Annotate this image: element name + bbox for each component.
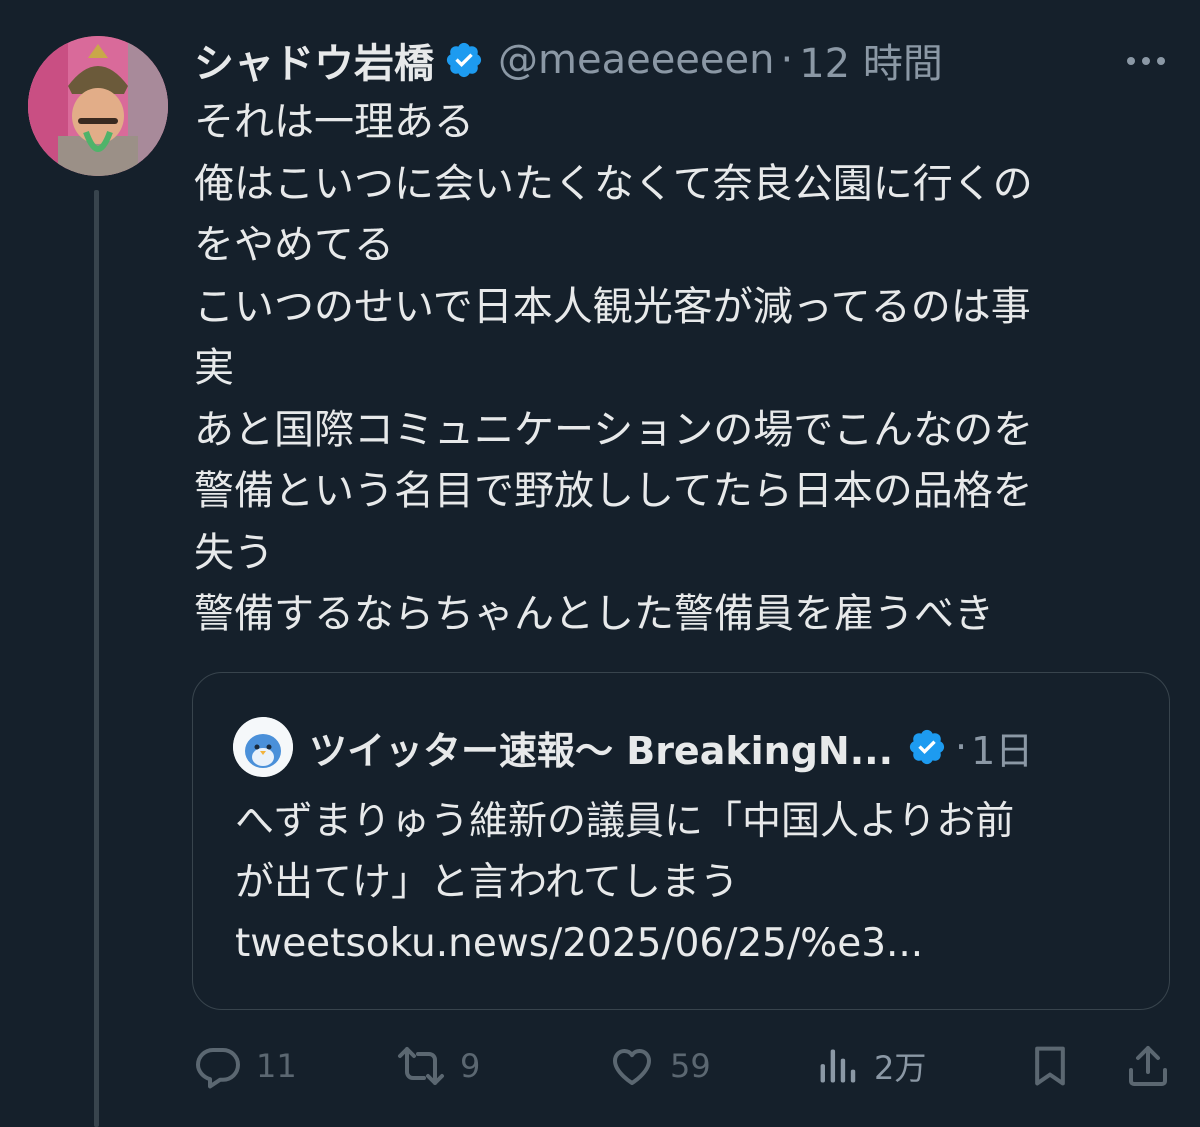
reply-count: 11 [256,1047,297,1085]
action-bar: 11 9 59 2万 [190,1034,1180,1098]
bookmark-button[interactable] [1028,1034,1072,1098]
reply-icon [196,1048,240,1089]
reply-button[interactable]: 11 [194,1034,297,1098]
tweet-text-line: それは一理ある [194,99,474,145]
quoted-link[interactable]: tweetsoku.news/2025/06/25/%e3... [235,913,1155,974]
share-icon [1129,1046,1167,1086]
quoted-tweet-timestamp: 1日 [971,728,1034,773]
retweet-icon [398,1047,444,1085]
views-button[interactable]: 2万 [816,1034,926,1098]
bookmark-icon [1035,1046,1065,1086]
tweet-text: それは一理ある 俺はこいつに会いたくなくて奈良公園に行くの をやめてる こいつの… [194,92,1154,646]
tweet-text-line: こいつのせいで日本人観光客が減ってるのは事 [194,283,1031,330]
quoted-header-separator: · [955,725,968,769]
quoted-tweet-text: へずまりゅう維新の議員に「中国人よりお前 が出てけ」と言われてしまう tweet… [235,791,1155,974]
header-separator: · [780,37,794,83]
quoted-tweet-card[interactable]: ツイッター速報〜 BreakingN... · 1日 へずまりゅう維新の議員に「… [192,672,1170,1010]
avatar-image [28,36,168,176]
tweet-header: シャドウ岩橋 @meaeeeeen · 12 時間 [194,30,943,90]
tweet-text-line: 警備という名目で野放ししてたら日本の品格を [194,468,1033,514]
verified-badge-icon [909,729,945,765]
author-avatar[interactable] [28,36,168,176]
tweet-text-line: をやめてる [194,222,394,268]
like-count: 59 [670,1047,711,1085]
tweet-text-line: 俺はこいつに会いたくなくて奈良公園に行くの [194,160,1033,207]
like-button[interactable]: 59 [608,1034,711,1098]
bird-avatar-icon [233,717,293,777]
tweet-text-line: 失う [194,529,274,576]
tweet-text-line: あと国際コミュニケーションの場でこんなのを [194,406,1034,453]
verified-badge-icon[interactable] [444,40,484,80]
author-display-name[interactable]: シャドウ岩橋 [194,31,434,89]
views-count: 2万 [874,1049,927,1087]
tweet-timestamp[interactable]: 12 時間 [799,31,943,89]
quoted-author-display-name[interactable]: ツイッター速報〜 BreakingN... [309,720,893,775]
views-icon [820,1049,856,1083]
retweet-count: 9 [460,1047,481,1085]
quoted-tweet-header: ツイッター速報〜 BreakingN... · 1日 [309,717,1033,777]
retweet-button[interactable]: 9 [396,1034,480,1098]
quoted-text-line: が出てけ」と言われてしまう [235,860,739,905]
tweet-text-line: 実 [194,345,234,391]
thread-line [94,190,99,1127]
more-horizontal-icon[interactable] [1124,42,1168,72]
quoted-author-avatar[interactable] [233,717,293,777]
heart-icon [613,1049,651,1085]
author-handle[interactable]: @meaeeeeen [498,37,774,83]
share-button[interactable] [1124,1034,1172,1098]
quoted-text-line: へずまりゅう維新の議員に「中国人よりお前 [235,799,1015,844]
tweet-text-line: 警備するならちゃんとした警備員を雇うべき [194,591,994,637]
